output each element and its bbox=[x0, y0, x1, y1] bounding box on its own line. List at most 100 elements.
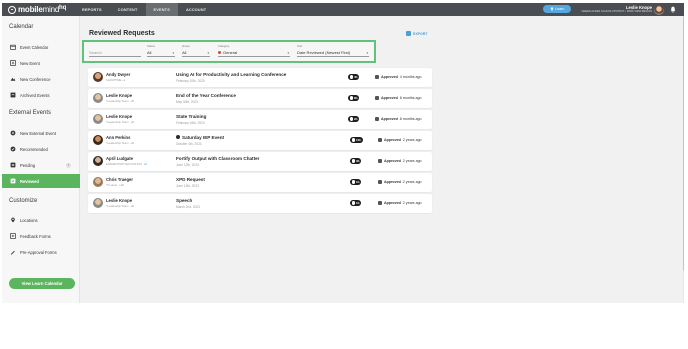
sidebar-item-recommended[interactable]: Recommended bbox=[2, 142, 80, 156]
event-date: June 13th, 2023 bbox=[176, 183, 199, 188]
list-item[interactable]: April Ludgate ELEMENTARY EDUCATION +8 For… bbox=[88, 152, 432, 171]
sidebar: Calendar Event Calendar New Event New Co… bbox=[2, 16, 80, 303]
nav-account[interactable]: ACCOUNT bbox=[178, 3, 214, 16]
status-text: Approved 2 years ago bbox=[378, 158, 422, 163]
sidebar-item-new-external-event[interactable]: New External Event bbox=[2, 126, 80, 140]
avatar[interactable] bbox=[654, 4, 664, 15]
sort-label: Sort bbox=[297, 44, 303, 48]
requester-name: Chris Traeger bbox=[106, 177, 133, 182]
status-text: Approved 2 years ago bbox=[378, 179, 422, 184]
sidebar-item-pre-approval-forms[interactable]: Pre-Approval Forms bbox=[2, 245, 80, 259]
requester-name: Andy Dwyer bbox=[106, 72, 131, 77]
nav-events[interactable]: EVENTS bbox=[145, 3, 178, 16]
calendar-icon bbox=[10, 44, 16, 50]
clock-icon bbox=[349, 117, 353, 121]
top-navigation-bar: mobilemind hq REPORTS CONTENT EVENTS ACC… bbox=[2, 3, 684, 16]
filter-bar: Search Status All ▾ Group All ▾ Category… bbox=[82, 40, 376, 63]
bell-icon[interactable] bbox=[670, 6, 676, 13]
sidebar-item-new-event[interactable]: New Event bbox=[2, 56, 80, 70]
requester-group: SHOWTIME +1 bbox=[106, 78, 126, 82]
status-text: Approved 2 years ago bbox=[378, 200, 422, 205]
hours-badge: 8h bbox=[348, 95, 360, 101]
location-icon bbox=[11, 217, 15, 223]
sidebar-item-event-calendar[interactable]: Event Calendar bbox=[2, 40, 80, 54]
hours-badge: 1h bbox=[350, 179, 362, 185]
view-learn-calendar-button[interactable]: View Learn Calendar bbox=[9, 278, 75, 289]
requester-name: Leslie Knope bbox=[106, 114, 133, 119]
avatar bbox=[93, 156, 103, 166]
section-title-calendar: Calendar bbox=[9, 24, 34, 30]
app-window: mobilemind hq REPORTS CONTENT EVENTS ACC… bbox=[2, 3, 684, 303]
event-title[interactable]: Fortify Output with Classroom Chatter bbox=[176, 156, 259, 161]
status-select[interactable]: All ▾ bbox=[147, 49, 175, 57]
list-item[interactable]: Leslie Knope *Leadership Team +8 State Tr… bbox=[88, 110, 432, 129]
logo[interactable]: mobilemind bbox=[8, 5, 59, 14]
sidebar-item-pending[interactable]: Pending › bbox=[2, 158, 80, 172]
event-date: May 30th, 2023 bbox=[176, 99, 198, 104]
featured-icon bbox=[176, 135, 180, 139]
requester-group: *Leadership Team +8 bbox=[106, 99, 134, 103]
learn-label: Learn bbox=[555, 7, 565, 11]
main-nav: REPORTS CONTENT EVENTS ACCOUNT bbox=[74, 3, 214, 16]
thumbs-up-icon bbox=[375, 95, 379, 100]
requester-group: *Leadership Team +8 bbox=[106, 204, 134, 208]
status-text: Approved 4 months ago bbox=[375, 74, 422, 79]
avatar bbox=[93, 198, 103, 208]
list-item[interactable]: Chris Traeger *5 Latest +10 XPD Request J… bbox=[88, 173, 432, 192]
sidebar-item-label: Feedback Forms bbox=[20, 233, 51, 239]
hours-badge: 1h bbox=[350, 200, 362, 206]
sidebar-item-label: Event Calendar bbox=[20, 44, 49, 50]
list-item[interactable]: Ann Perkins *Leadership Team +8 Saturday … bbox=[88, 131, 432, 150]
search-input[interactable]: Search bbox=[89, 49, 141, 57]
lightbulb-icon bbox=[550, 7, 553, 11]
sidebar-item-locations[interactable]: Locations bbox=[2, 213, 80, 227]
category-select[interactable]: General ▾ bbox=[218, 49, 290, 57]
event-title[interactable]: Saturday IEP Event bbox=[176, 135, 224, 140]
reviewed-icon bbox=[10, 178, 16, 184]
event-title[interactable]: End of the Year Conference bbox=[176, 93, 236, 98]
status-text: Approved 2 years ago bbox=[378, 137, 422, 142]
sidebar-item-label: Pending bbox=[20, 162, 36, 168]
nav-reports[interactable]: REPORTS bbox=[74, 3, 110, 16]
group-select[interactable]: All ▾ bbox=[182, 49, 210, 57]
event-title[interactable]: XPD Request bbox=[176, 177, 205, 182]
sidebar-item-label: Pre-Approval Forms bbox=[20, 249, 57, 255]
avatar bbox=[93, 93, 103, 103]
sidebar-item-archived-events[interactable]: Archived Events bbox=[2, 88, 80, 102]
requester-group: *Leadership Team +8 bbox=[106, 141, 134, 145]
user-name[interactable]: Leslie Knope bbox=[586, 5, 652, 10]
list-item[interactable]: Leslie Knope *Leadership Team +8 Speech M… bbox=[88, 194, 432, 213]
nav-content[interactable]: CONTENT bbox=[110, 3, 146, 16]
export-button[interactable]: EXPORT bbox=[406, 31, 427, 36]
archive-icon bbox=[10, 92, 16, 98]
event-date: October 4th, 2023 bbox=[176, 141, 202, 146]
chevron-down-icon: ▾ bbox=[287, 50, 289, 55]
event-title[interactable]: State Training bbox=[176, 114, 206, 119]
learn-button[interactable]: Learn bbox=[543, 5, 571, 13]
logo-icon bbox=[8, 5, 16, 14]
logo-brand: mobile bbox=[18, 5, 43, 14]
sidebar-item-new-conference[interactable]: New Conference bbox=[2, 72, 80, 86]
list-item[interactable]: Andy Dwyer SHOWTIME +1 Using AI for Prod… bbox=[88, 68, 432, 87]
page-title: Reviewed Requests bbox=[89, 30, 155, 37]
new-event-icon bbox=[10, 60, 16, 66]
scrollbar[interactable] bbox=[683, 16, 684, 303]
sidebar-item-feedback-forms[interactable]: Feedback Forms bbox=[2, 229, 80, 243]
list-item[interactable]: Leslie Knope *Leadership Team +8 End of t… bbox=[88, 89, 432, 108]
thumbs-up-icon bbox=[378, 200, 382, 205]
category-value: General bbox=[223, 50, 238, 55]
event-title[interactable]: Using AI for Productivity and Learning C… bbox=[176, 72, 286, 77]
chevron-right-icon[interactable]: › bbox=[66, 162, 71, 168]
sidebar-item-reviewed[interactable]: Reviewed bbox=[2, 174, 80, 188]
requester-group: ELEMENTARY EDUCATION +8 bbox=[106, 162, 147, 166]
group-value: All bbox=[182, 50, 187, 55]
status-label: Status bbox=[147, 44, 155, 48]
sort-select[interactable]: Date Reviewed (Newest First) ▾ bbox=[297, 49, 369, 57]
clock-icon bbox=[351, 138, 355, 142]
status-text: Approved 8 months ago bbox=[375, 95, 422, 100]
status-text: Approved 8 months ago bbox=[375, 116, 422, 121]
scrollbar-thumb[interactable] bbox=[683, 16, 684, 271]
event-title[interactable]: Speech bbox=[176, 198, 192, 203]
hours-badge: 4h bbox=[348, 74, 360, 80]
requester-name: Leslie Knope bbox=[106, 93, 133, 98]
